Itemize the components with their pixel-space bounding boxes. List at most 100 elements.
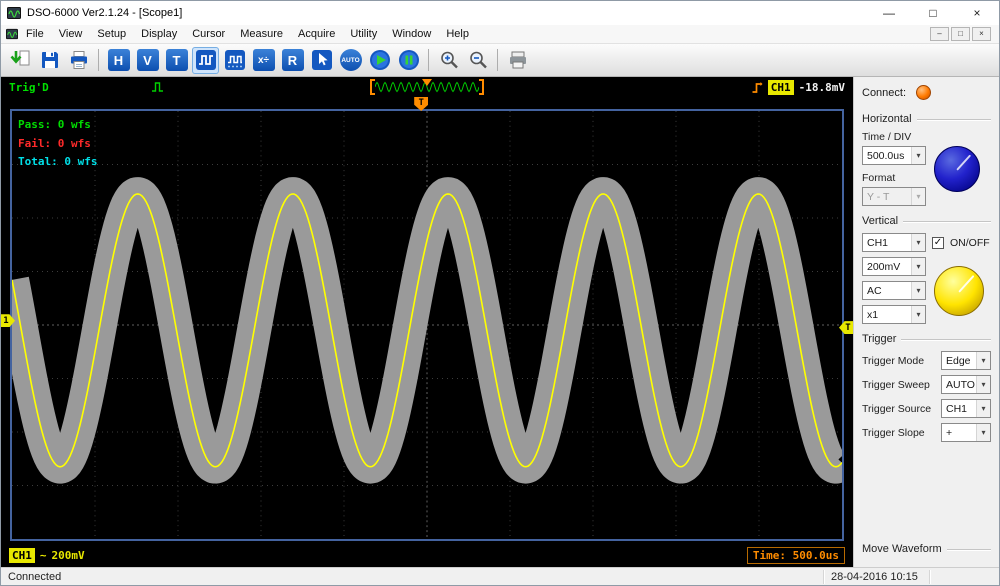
chevron-down-icon: ▾: [976, 400, 990, 417]
menu-window[interactable]: Window: [385, 26, 438, 42]
cursor-icon: [311, 49, 333, 71]
format-label: Format: [862, 172, 926, 184]
print-button[interactable]: [65, 47, 92, 74]
pass-fail-pulse-icon: [195, 49, 217, 71]
zoom-in-button[interactable]: [435, 47, 462, 74]
chevron-down-icon: ▾: [911, 306, 925, 323]
open-button[interactable]: [7, 47, 34, 74]
coupling-symbol: ~: [40, 549, 47, 562]
trigger-sweep-select[interactable]: AUTO ▾: [941, 375, 991, 394]
mdi-minimize-button[interactable]: –: [930, 27, 949, 41]
toolbar-separator: [497, 49, 498, 71]
refresh-icon: R: [282, 49, 304, 71]
maximize-button[interactable]: □: [911, 1, 955, 25]
cursor-measure-button[interactable]: [308, 47, 335, 74]
preview-trigger-marker[interactable]: [422, 79, 432, 86]
chevron-down-icon: ▾: [976, 352, 990, 369]
pause-icon: [398, 49, 420, 71]
hardcopy-button[interactable]: [504, 47, 531, 74]
vertical-group-header: Vertical: [862, 215, 991, 227]
channel-onoff-checkbox[interactable]: ✓: [932, 237, 944, 249]
trigger-slope-label: Trigger Slope: [862, 427, 941, 439]
pass-fail-button[interactable]: [192, 47, 219, 74]
trigger-status: Trig'D: [9, 81, 49, 94]
trigger-position-marker[interactable]: T: [414, 97, 428, 111]
chevron-down-icon: ▾: [911, 147, 925, 164]
math-icon: x÷: [253, 49, 275, 71]
menu-cursor[interactable]: Cursor: [185, 26, 232, 42]
time-per-div-readout: Time: 500.0us: [747, 547, 845, 564]
total-line: Total: 0 wfs: [18, 153, 97, 172]
coupling-select[interactable]: AC ▾: [862, 281, 926, 300]
vertical-knob[interactable]: [934, 266, 984, 316]
save-icon: [39, 49, 61, 71]
trigger-setup-button[interactable]: T: [163, 47, 190, 74]
chevron-down-icon: ▾: [911, 188, 925, 205]
trigger-source-select[interactable]: CH1 ▾: [941, 399, 991, 418]
mdi-window-controls: – □ ×: [930, 27, 994, 41]
acquire-pulse-icon: [151, 81, 167, 93]
trigger-mode-label: Trigger Mode: [862, 355, 941, 367]
menu-file[interactable]: File: [19, 26, 51, 42]
volts-per-div-readout: 200mV: [52, 549, 85, 562]
title-bar: DSO-6000 Ver2.1.24 - [Scope1] — □ ×: [1, 1, 999, 25]
connection-status: Connected: [8, 571, 61, 583]
status-bar: Connected 28-04-2016 10:15: [1, 567, 999, 585]
zoom-out-button[interactable]: [464, 47, 491, 74]
toolbar-separator: [428, 49, 429, 71]
waveform-trace: [12, 111, 842, 539]
menu-display[interactable]: Display: [134, 26, 184, 42]
fail-line: Fail: 0 wfs: [18, 135, 97, 154]
app-icon: [7, 6, 21, 20]
trigger-mode-select[interactable]: Edge ▾: [941, 351, 991, 370]
trigger-icon: T: [166, 49, 188, 71]
time-div-select[interactable]: 500.0us ▾: [862, 146, 926, 165]
menu-setup[interactable]: Setup: [90, 26, 133, 42]
vertical-icon: V: [137, 49, 159, 71]
scope-region: Trig'D CH1 -18.8mV: [1, 77, 853, 567]
scope-display: Pass: 0 wfs Fail: 0 wfs Total: 0 wfs 1 T…: [1, 97, 853, 543]
trigger-slope-select[interactable]: + ▾: [941, 423, 991, 442]
menu-help[interactable]: Help: [439, 26, 476, 42]
chevron-down-icon: ▾: [976, 424, 990, 441]
vertical-setup-button[interactable]: V: [134, 47, 161, 74]
channel-select[interactable]: CH1 ▾: [862, 233, 926, 252]
menu-measure[interactable]: Measure: [233, 26, 290, 42]
waveform-record-icon: [224, 49, 246, 71]
probe-select[interactable]: x1 ▾: [862, 305, 926, 324]
menu-view[interactable]: View: [52, 26, 90, 42]
window-title: DSO-6000 Ver2.1.24 - [Scope1]: [27, 7, 182, 19]
waveform-preview[interactable]: [370, 79, 484, 95]
trigger-edge-icon: [751, 81, 763, 94]
horizontal-knob[interactable]: [934, 146, 980, 192]
horizontal-icon: H: [108, 49, 130, 71]
menu-utility[interactable]: Utility: [343, 26, 384, 42]
open-icon: [10, 49, 32, 71]
minimize-button[interactable]: —: [867, 1, 911, 25]
volts-div-select[interactable]: 200mV ▾: [862, 257, 926, 276]
channel-badge: CH1: [9, 548, 35, 563]
math-button[interactable]: x÷: [250, 47, 277, 74]
trigger-group-header: Trigger: [862, 333, 991, 345]
pause-button[interactable]: [395, 47, 422, 74]
refresh-button[interactable]: R: [279, 47, 306, 74]
waveform-record-button[interactable]: [221, 47, 248, 74]
save-button[interactable]: [36, 47, 63, 74]
trigger-status-strip: Trig'D CH1 -18.8mV: [1, 77, 853, 97]
menu-acquire[interactable]: Acquire: [291, 26, 342, 42]
control-panel: Connect: Horizontal Time / DIV 500.0us ▾…: [853, 77, 999, 567]
run-button[interactable]: [366, 47, 393, 74]
mdi-restore-button[interactable]: □: [951, 27, 970, 41]
close-button[interactable]: ×: [955, 1, 999, 25]
connect-led-button[interactable]: [916, 85, 931, 100]
mdi-close-button[interactable]: ×: [972, 27, 991, 41]
horizontal-setup-button[interactable]: H: [105, 47, 132, 74]
auto-setup-button[interactable]: AUTO: [337, 47, 364, 74]
toolbar-separator: [98, 49, 99, 71]
connect-label: Connect:: [862, 87, 906, 99]
time-div-label: Time / DIV: [862, 131, 926, 143]
format-select[interactable]: Y - T ▾: [862, 187, 926, 206]
waveform-grid[interactable]: Pass: 0 wfs Fail: 0 wfs Total: 0 wfs 1 T…: [10, 109, 844, 541]
trigger-sweep-label: Trigger Sweep: [862, 379, 941, 391]
chevron-down-icon: ▾: [911, 234, 925, 251]
